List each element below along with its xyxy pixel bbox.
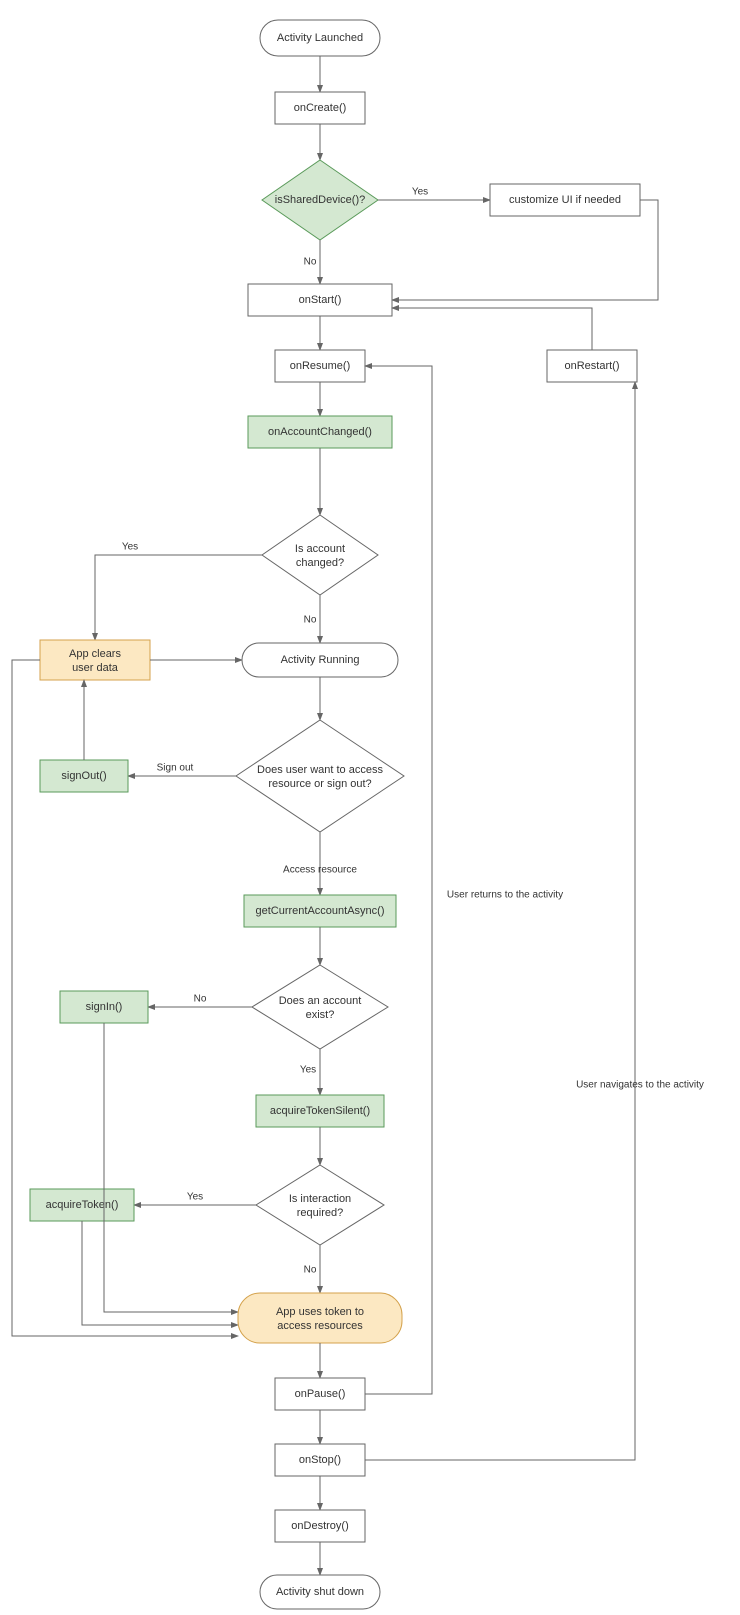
label-app-clears-l1: App clears (69, 648, 121, 660)
label-sign-in: signIn() (86, 1001, 123, 1013)
edge (365, 382, 635, 1460)
edge-label-yes2: Yes (122, 542, 138, 553)
label-sign-out: signOut() (61, 770, 106, 782)
label-account-exist-l1: Does an account (279, 995, 362, 1007)
label-on-create: onCreate() (294, 102, 347, 114)
label-get-current-account: getCurrentAccountAsync() (256, 905, 385, 917)
label-activity-shutdown: Activity shut down (276, 1586, 364, 1598)
edge (365, 366, 432, 1394)
label-activity-launched: Activity Launched (277, 32, 363, 44)
label-want-access-l2: resource or sign out? (268, 778, 371, 790)
edge (82, 1221, 238, 1325)
node-account-exist (252, 965, 388, 1049)
label-app-uses-l1: App uses token to (276, 1306, 364, 1318)
label-acquire-token-silent: acquireTokenSilent() (270, 1105, 370, 1117)
edge (392, 308, 592, 350)
edge-label-returns: User returns to the activity (447, 890, 563, 901)
label-on-destroy: onDestroy() (291, 1520, 348, 1532)
edge-label-no2: No (304, 615, 317, 626)
edge-label-navigates: User navigates to the activity (576, 1080, 704, 1091)
label-activity-running: Activity Running (281, 654, 360, 666)
label-on-stop: onStop() (299, 1454, 341, 1466)
label-on-start: onStart() (299, 294, 342, 306)
label-customize-ui: customize UI if needed (509, 194, 621, 206)
edge-label-no: No (304, 257, 317, 268)
label-app-clears-l2: user data (72, 662, 119, 674)
edge-label-yes: Yes (412, 187, 428, 198)
edge-label-yes4: Yes (187, 1192, 203, 1203)
label-on-restart: onRestart() (564, 360, 619, 372)
label-on-account-changed: onAccountChanged() (268, 426, 372, 438)
edge-label-no3: No (194, 994, 207, 1005)
node-app-uses-token (238, 1293, 402, 1343)
node-want-access (236, 720, 404, 832)
edge-label-no4: No (304, 1265, 317, 1276)
label-is-shared-device: isSharedDevice()? (275, 194, 365, 206)
edge-label-access: Access resource (283, 865, 357, 876)
edge (95, 555, 262, 640)
node-interaction (256, 1165, 384, 1245)
label-on-pause: onPause() (295, 1388, 346, 1400)
label-interaction-l2: required? (297, 1207, 343, 1219)
node-app-clears (40, 640, 150, 680)
label-want-access-l1: Does user want to access (257, 764, 383, 776)
edge-label-yes3: Yes (300, 1065, 316, 1076)
node-is-account-changed (262, 515, 378, 595)
label-on-resume: onResume() (290, 360, 351, 372)
label-interaction-l1: Is interaction (289, 1193, 351, 1205)
label-is-account-changed-l1: Is account (295, 543, 345, 555)
edge-label-signout: Sign out (157, 763, 194, 774)
label-is-account-changed-l2: changed? (296, 557, 344, 569)
edge (104, 1023, 238, 1312)
label-account-exist-l2: exist? (306, 1009, 335, 1021)
label-acquire-token: acquireToken() (46, 1199, 119, 1211)
label-app-uses-l2: access resources (277, 1320, 363, 1332)
